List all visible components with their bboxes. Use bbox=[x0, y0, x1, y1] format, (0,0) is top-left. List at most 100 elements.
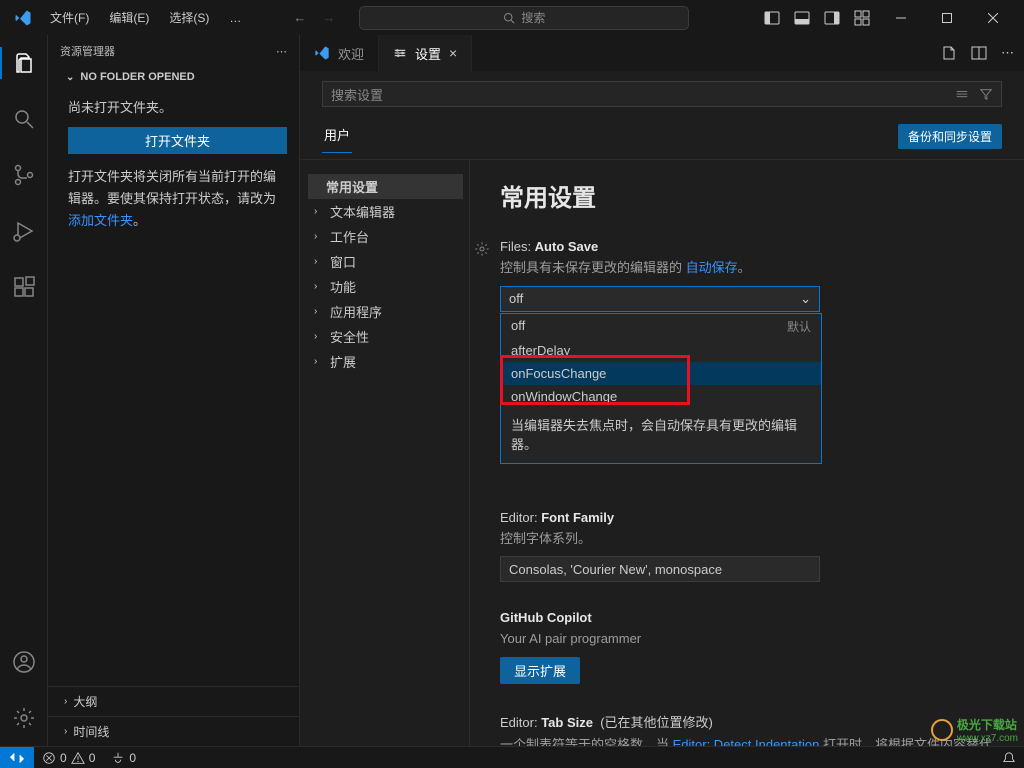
close-button[interactable] bbox=[970, 0, 1016, 35]
setting-font-family: Editor: Font Family 控制字体系列。 Consolas, 'C… bbox=[500, 510, 994, 583]
settings-heading: 常用设置 bbox=[500, 178, 994, 213]
sidebar-help-text: 打开文件夹将关闭所有当前打开的编辑器。要使其保持打开状态，请改为添加文件夹。 bbox=[68, 166, 287, 232]
sidebar-section-no-folder[interactable]: ⌄ NO FOLDER OPENED bbox=[48, 67, 299, 89]
search-placeholder: 搜索 bbox=[521, 9, 545, 26]
autosave-option-onwindowchange[interactable]: onWindowChange bbox=[501, 385, 821, 408]
chevron-right-icon: › bbox=[314, 356, 317, 367]
toc-security[interactable]: ›安全性 bbox=[308, 324, 463, 349]
chevron-right-icon: › bbox=[64, 726, 67, 737]
search-icon bbox=[503, 12, 515, 24]
vscode-icon bbox=[314, 45, 330, 61]
chevron-right-icon: › bbox=[314, 331, 317, 342]
setting-tab-size: Editor: Tab Size (已在其他位置修改) 一个制表符等于的空格数。… bbox=[500, 712, 994, 747]
activity-accounts[interactable] bbox=[0, 642, 48, 682]
activity-search[interactable] bbox=[0, 99, 48, 139]
chevron-right-icon: › bbox=[314, 281, 317, 292]
sidebar-timeline[interactable]: ›时间线 bbox=[48, 716, 299, 746]
editor-tabs: 欢迎 设置 × ⋯ bbox=[300, 35, 1024, 71]
autosave-doc-link[interactable]: 自动保存 bbox=[686, 260, 738, 275]
tab-welcome[interactable]: 欢迎 bbox=[300, 35, 379, 71]
split-editor-icon[interactable] bbox=[971, 45, 987, 61]
autosave-option-onfocuschange[interactable]: onFocusChange bbox=[501, 362, 821, 385]
sidebar-title: 资源管理器 bbox=[60, 43, 115, 59]
clear-search-icon[interactable] bbox=[955, 87, 969, 101]
menu-selection[interactable]: 选择(S) bbox=[161, 5, 217, 30]
close-tab-icon[interactable]: × bbox=[449, 45, 457, 61]
open-settings-json-icon[interactable] bbox=[941, 45, 957, 61]
chevron-right-icon: › bbox=[64, 696, 67, 707]
settings-scope-user[interactable]: 用户 bbox=[322, 119, 352, 153]
chevron-down-icon: ⌄ bbox=[66, 72, 74, 83]
toggle-primary-sidebar-icon[interactable] bbox=[764, 10, 780, 26]
toc-features[interactable]: ›功能 bbox=[308, 274, 463, 299]
font-family-input[interactable]: Consolas, 'Courier New', monospace bbox=[500, 556, 820, 582]
setting-autosave: Files: Auto Save 控制具有未保存更改的编辑器的 自动保存。 of… bbox=[500, 239, 994, 312]
detect-indentation-link[interactable]: Editor: Detect Indentation bbox=[673, 737, 820, 747]
chevron-right-icon: › bbox=[314, 206, 317, 217]
window-controls bbox=[878, 0, 1016, 35]
add-folder-link[interactable]: 添加文件夹 bbox=[68, 213, 133, 228]
nav-arrows: ← → bbox=[293, 10, 335, 25]
menu-more[interactable]: … bbox=[221, 7, 249, 29]
chevron-right-icon: › bbox=[314, 256, 317, 267]
warning-icon bbox=[71, 751, 85, 765]
more-actions-icon[interactable]: ⋯ bbox=[1001, 45, 1014, 61]
toc-extensions[interactable]: ›扩展 bbox=[308, 349, 463, 374]
chevron-right-icon: › bbox=[314, 306, 317, 317]
settings-icon bbox=[393, 46, 407, 60]
status-ports[interactable]: 0 bbox=[103, 751, 144, 765]
activity-bar bbox=[0, 35, 48, 746]
settings-search-input[interactable]: 搜索设置 bbox=[322, 81, 1002, 107]
tab-settings[interactable]: 设置 × bbox=[379, 35, 472, 71]
settings-toc: 常用设置 ›文本编辑器 ›工作台 ›窗口 ›功能 ›应用程序 ›安全性 ›扩展 bbox=[300, 160, 470, 746]
vscode-logo-icon bbox=[14, 9, 32, 27]
menu-edit[interactable]: 编辑(E) bbox=[101, 5, 157, 30]
status-problems[interactable]: 0 0 bbox=[34, 751, 103, 765]
title-bar: 文件(F) 编辑(E) 选择(S) … ← → 搜索 bbox=[0, 0, 1024, 35]
activity-run-debug[interactable] bbox=[0, 211, 48, 251]
chevron-right-icon: › bbox=[314, 231, 317, 242]
activity-manage[interactable] bbox=[0, 698, 48, 738]
menu-file[interactable]: 文件(F) bbox=[42, 5, 97, 30]
toggle-secondary-sidebar-icon[interactable] bbox=[824, 10, 840, 26]
customize-layout-icon[interactable] bbox=[854, 10, 870, 26]
nav-forward-icon[interactable]: → bbox=[322, 10, 335, 25]
settings-content: 常用设置 Files: Auto Save 控制具有未保存更改的编辑器的 自动保… bbox=[470, 160, 1024, 746]
nav-back-icon[interactable]: ← bbox=[293, 10, 306, 25]
maximize-button[interactable] bbox=[924, 0, 970, 35]
sidebar-outline[interactable]: ›大纲 bbox=[48, 686, 299, 716]
toc-workbench[interactable]: ›工作台 bbox=[308, 224, 463, 249]
toc-window[interactable]: ›窗口 bbox=[308, 249, 463, 274]
toggle-panel-icon[interactable] bbox=[794, 10, 810, 26]
notifications-icon[interactable] bbox=[1002, 751, 1016, 765]
autosave-option-afterdelay[interactable]: afterDelay bbox=[501, 339, 821, 362]
autosave-option-description: 当编辑器失去焦点时，会自动保存具有更改的编辑器。 bbox=[501, 408, 821, 463]
activity-extensions[interactable] bbox=[0, 267, 48, 307]
autosave-option-off[interactable]: off默认 bbox=[501, 314, 821, 339]
command-center-search[interactable]: 搜索 bbox=[359, 6, 689, 30]
sidebar-more-icon[interactable]: ⋯ bbox=[276, 45, 287, 58]
autosave-dropdown[interactable]: off ⌄ off默认 afterDelay onFocusChange onW… bbox=[500, 286, 820, 312]
backup-sync-button[interactable]: 备份和同步设置 bbox=[898, 124, 1002, 149]
ports-icon bbox=[111, 751, 125, 765]
no-folder-text: 尚未打开文件夹。 bbox=[68, 97, 287, 119]
toc-application[interactable]: ›应用程序 bbox=[308, 299, 463, 324]
explorer-sidebar: 资源管理器 ⋯ ⌄ NO FOLDER OPENED 尚未打开文件夹。 打开文件… bbox=[48, 35, 300, 746]
remote-indicator[interactable] bbox=[0, 747, 34, 768]
toc-text-editor[interactable]: ›文本编辑器 bbox=[308, 199, 463, 224]
editor-area: 欢迎 设置 × ⋯ 搜索设置 用户 bbox=[300, 35, 1024, 746]
chevron-down-icon: ⌄ bbox=[800, 291, 811, 307]
gear-icon[interactable] bbox=[474, 241, 490, 257]
status-bar: 0 0 0 bbox=[0, 746, 1024, 768]
minimize-button[interactable] bbox=[878, 0, 924, 35]
setting-copilot: GitHub Copilot Your AI pair programmer 显… bbox=[500, 610, 994, 684]
open-folder-button[interactable]: 打开文件夹 bbox=[68, 127, 287, 154]
layout-controls bbox=[764, 10, 874, 26]
show-extension-button[interactable]: 显示扩展 bbox=[500, 657, 580, 684]
activity-explorer[interactable] bbox=[0, 43, 48, 83]
filter-icon[interactable] bbox=[979, 87, 993, 101]
toc-common[interactable]: 常用设置 bbox=[308, 174, 463, 199]
activity-source-control[interactable] bbox=[0, 155, 48, 195]
error-icon bbox=[42, 751, 56, 765]
autosave-dropdown-list: off默认 afterDelay onFocusChange onWindowC… bbox=[500, 313, 822, 464]
